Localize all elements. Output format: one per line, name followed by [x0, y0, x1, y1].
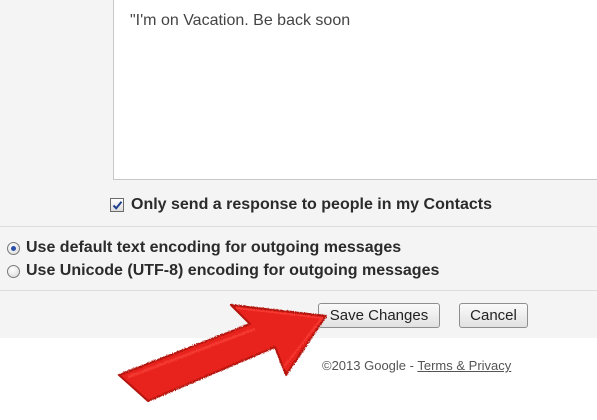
section-divider [0, 290, 597, 291]
section-divider [0, 226, 597, 227]
encoding-unicode-label: Use Unicode (UTF-8) encoding for outgoin… [26, 262, 440, 279]
encoding-option-unicode[interactable]: Use Unicode (UTF-8) encoding for outgoin… [7, 262, 439, 280]
contacts-only-option[interactable]: Only send a response to people in my Con… [110, 196, 492, 214]
footer: ©2013 Google - Terms & Privacy [322, 358, 511, 373]
vacation-message-body[interactable]: "I'm on Vacation. Be back soon [113, 0, 597, 180]
contacts-only-checkbox[interactable] [110, 198, 124, 212]
contacts-only-label: Only send a response to people in my Con… [131, 196, 492, 213]
checkmark-icon [112, 201, 123, 210]
encoding-default-radio[interactable] [7, 241, 20, 255]
vacation-message-text: "I'm on Vacation. Be back soon [130, 12, 351, 29]
encoding-unicode-radio[interactable] [7, 264, 20, 278]
encoding-default-label: Use default text encoding for outgoing m… [26, 239, 402, 256]
terms-privacy-link[interactable]: Terms & Privacy [417, 358, 511, 373]
copyright-text: ©2013 Google - [322, 358, 418, 373]
encoding-option-default[interactable]: Use default text encoding for outgoing m… [7, 239, 401, 257]
cancel-button[interactable]: Cancel [459, 303, 528, 328]
settings-panel: "I'm on Vacation. Be back soon Only send… [0, 0, 597, 338]
save-changes-button[interactable]: Save Changes [318, 303, 440, 328]
